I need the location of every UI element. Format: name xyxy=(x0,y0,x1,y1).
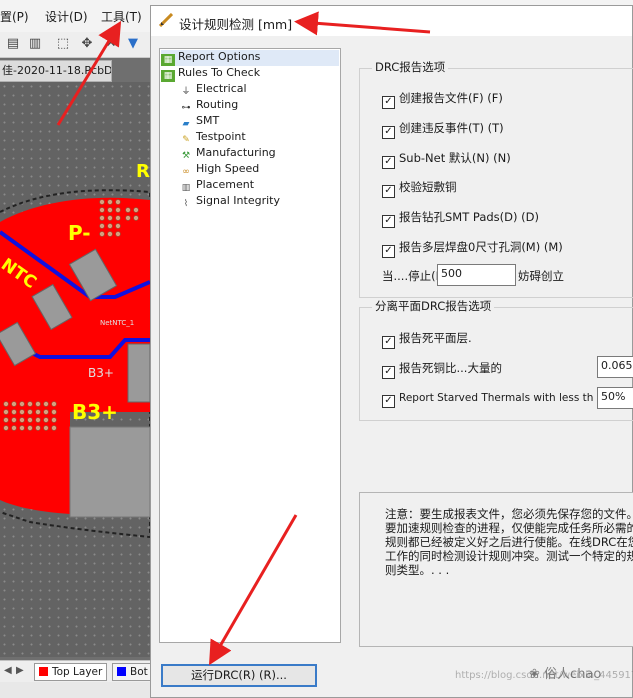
annotation-overlay xyxy=(56,11,431,666)
arrow-to-tools-menu xyxy=(56,20,122,126)
arrow-to-run-button xyxy=(208,514,298,666)
arrow-to-dialog-title xyxy=(294,11,431,36)
